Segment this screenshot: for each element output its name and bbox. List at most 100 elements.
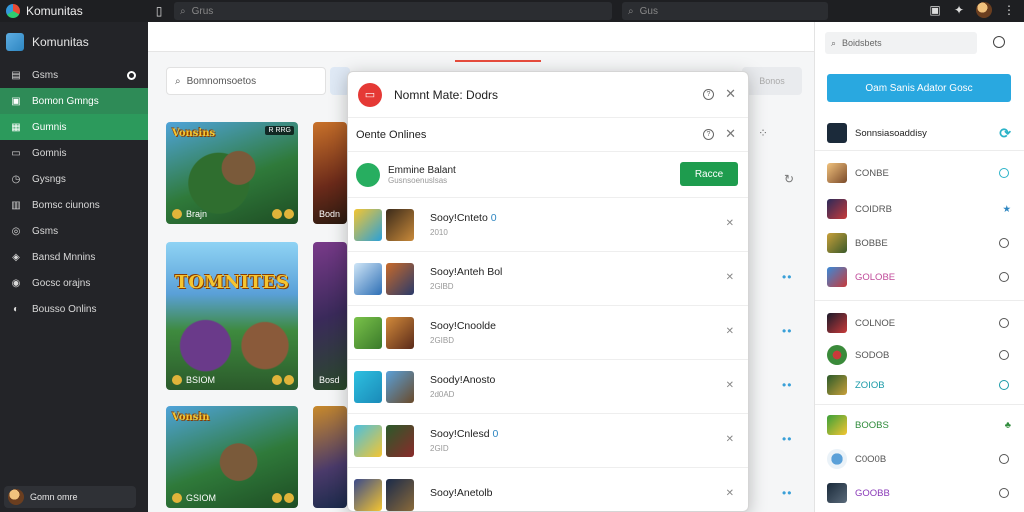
more-icon[interactable]: •• xyxy=(782,432,792,446)
tab-right[interactable]: Bonos xyxy=(742,67,802,95)
game-card[interactable]: Vonsin GSIOM xyxy=(166,406,298,508)
user-avatar[interactable] xyxy=(976,2,992,18)
more-icon[interactable]: •• xyxy=(782,270,792,284)
row-name: Soody!Anosto xyxy=(430,374,496,386)
game-icon xyxy=(356,162,380,187)
status-icon xyxy=(999,272,1009,282)
remove-icon[interactable]: ✕ xyxy=(726,218,734,229)
remove-icon[interactable]: ✕ xyxy=(726,488,734,499)
coin-icon xyxy=(172,493,182,503)
search-icon: ⌕ xyxy=(831,37,837,48)
modal-dialog: ▭ Nomnt Mate: Dodrs ? ✕ Oente Onlines ? … xyxy=(347,71,749,512)
sidebar-item-2[interactable]: ▦ Gumnis xyxy=(0,114,148,140)
right-search-input[interactable]: ⌕ Boidsbets xyxy=(825,32,977,54)
user-avatar xyxy=(8,489,24,505)
friend-row[interactable]: BOBBE xyxy=(827,230,1013,256)
coin-icon xyxy=(272,375,282,385)
card-caption: Bosd xyxy=(319,375,340,385)
friend-row-header[interactable]: Sonnsiasoaddisy ⟳ xyxy=(827,120,1013,146)
help-icon[interactable]: ? xyxy=(703,129,714,140)
main-search-input[interactable]: ⌕ Bomnomsoetos xyxy=(166,67,326,95)
avatar xyxy=(827,233,847,253)
menu-icon[interactable]: ⋮ xyxy=(1002,3,1016,17)
primary-action-button[interactable]: Oam Sanis Adator Gosc xyxy=(827,74,1011,102)
help-icon[interactable]: ? xyxy=(703,89,714,100)
close-icon[interactable]: ✕ xyxy=(725,126,736,142)
grid-view-icon[interactable]: ⁘ xyxy=(758,126,769,140)
sidebar-item-8[interactable]: ◉ Gocsc orajns xyxy=(0,270,148,296)
friend-row[interactable]: GOLOBE xyxy=(827,264,1013,290)
card-badge: R RRG xyxy=(265,126,294,135)
game-thumbnail xyxy=(354,478,382,511)
sidebar-item-7[interactable]: ◈ Bansd Mnnins xyxy=(0,244,148,270)
friend-row[interactable]: CONBE xyxy=(827,160,1013,186)
game-card[interactable]: Bodn xyxy=(313,122,347,224)
status-icon xyxy=(999,454,1009,464)
modal-header: ▭ Nomnt Mate: Dodrs ? ✕ xyxy=(348,72,748,118)
status-icon xyxy=(999,380,1009,390)
add-button[interactable]: Racce xyxy=(680,162,738,186)
remove-icon[interactable]: ✕ xyxy=(726,326,734,337)
divider xyxy=(815,150,1024,151)
remove-icon[interactable]: ✕ xyxy=(726,380,734,391)
top-search-input-2[interactable]: ⌕ Gus xyxy=(622,2,828,20)
sidebar-item-3[interactable]: ▭ Gomnis xyxy=(0,140,148,166)
more-icon[interactable]: •• xyxy=(782,486,792,500)
sidebar-item-4[interactable]: ◷ Gysngs xyxy=(0,166,148,192)
sidebar-item-5[interactable]: ▥ Bomsc ciunons xyxy=(0,192,148,218)
gift-icon[interactable]: ▣ xyxy=(928,3,942,17)
notification-icon[interactable]: ▯ xyxy=(152,4,166,18)
row-sub: 2010 xyxy=(430,228,448,237)
close-icon[interactable]: ✕ xyxy=(725,86,736,102)
coin-icon xyxy=(172,209,182,219)
bird-icon[interactable]: ✦ xyxy=(952,3,966,17)
friend-row[interactable]: C0O0B xyxy=(827,446,1013,472)
sidebar-item-0[interactable]: ▤ Gsms xyxy=(0,62,148,88)
card-caption: GSIOM xyxy=(186,493,217,503)
friend-row[interactable]: SODOB xyxy=(827,342,1013,368)
list-item[interactable]: Sooy!Anetolb ✕ xyxy=(348,468,748,511)
refresh-icon[interactable]: ↻ xyxy=(784,172,795,186)
friend-row[interactable]: BOOBS ♣ xyxy=(827,412,1013,438)
row-sub: 2GlBD xyxy=(430,282,454,291)
user-panel[interactable]: Gomn omre xyxy=(4,486,136,508)
avatar xyxy=(827,313,847,333)
row-sub: 2GID xyxy=(430,444,449,453)
more-icon[interactable]: •• xyxy=(782,324,792,338)
list-item[interactable]: Sooy!Cnoolde 2GIBD ✕ xyxy=(348,306,748,360)
sidebar-item-9[interactable]: ◐ Bousso Onlins xyxy=(0,296,148,322)
star-icon: ★ xyxy=(1002,203,1011,215)
game-thumbnail xyxy=(354,262,382,295)
pin-icon: ◉ xyxy=(11,277,21,289)
friend-row[interactable]: COLNOE xyxy=(827,310,1013,336)
sidebar-header[interactable]: Komunitas xyxy=(0,22,148,62)
modal-title: Nomnt Mate: Dodrs xyxy=(394,87,499,102)
game-thumbnail xyxy=(354,208,382,241)
list-item[interactable]: Soody!Anosto 2d0AD ✕ xyxy=(348,360,748,414)
row-name: Sooy!Cnteto xyxy=(430,212,488,224)
friend-row[interactable]: COIDRB ★ xyxy=(827,196,1013,222)
list-item[interactable]: Sooy!Cnlesd 0 2GID ✕ xyxy=(348,414,748,468)
card-title: Vonsin xyxy=(172,412,210,423)
sidebar-item-6[interactable]: ◎ Gsms xyxy=(0,218,148,244)
list-item[interactable]: Sooy!Cnteto 0 2010 ✕ xyxy=(348,198,748,252)
status-icon xyxy=(999,318,1009,328)
sidebar-item-1[interactable]: ▣ Bomon Gmngs xyxy=(0,88,148,114)
game-card[interactable] xyxy=(313,406,347,508)
remove-icon[interactable]: ✕ xyxy=(726,272,734,283)
remove-icon[interactable]: ✕ xyxy=(726,434,734,445)
more-icon[interactable]: •• xyxy=(782,378,792,392)
list-item[interactable]: Sooy!Anteh Bol 2GlBD ✕ xyxy=(348,252,748,306)
game-card[interactable]: TOMNITES BSIOM xyxy=(166,242,298,390)
game-card[interactable]: Bosd xyxy=(313,242,347,390)
game-card[interactable]: Vonsins R RRG Brajn xyxy=(166,122,298,224)
avatar xyxy=(827,267,847,287)
online-indicator-icon: 0 xyxy=(492,428,499,440)
friend-row[interactable]: GOOBB xyxy=(827,480,1013,506)
app-title: Komunitas xyxy=(0,4,150,18)
loading-icon: ⟳ xyxy=(999,124,1011,141)
clock-icon[interactable] xyxy=(993,36,1005,48)
folder-icon: ▭ xyxy=(11,147,21,159)
friend-row[interactable]: ZOIOB xyxy=(827,372,1013,398)
top-search-input[interactable]: ⌕ Grus xyxy=(174,2,612,20)
